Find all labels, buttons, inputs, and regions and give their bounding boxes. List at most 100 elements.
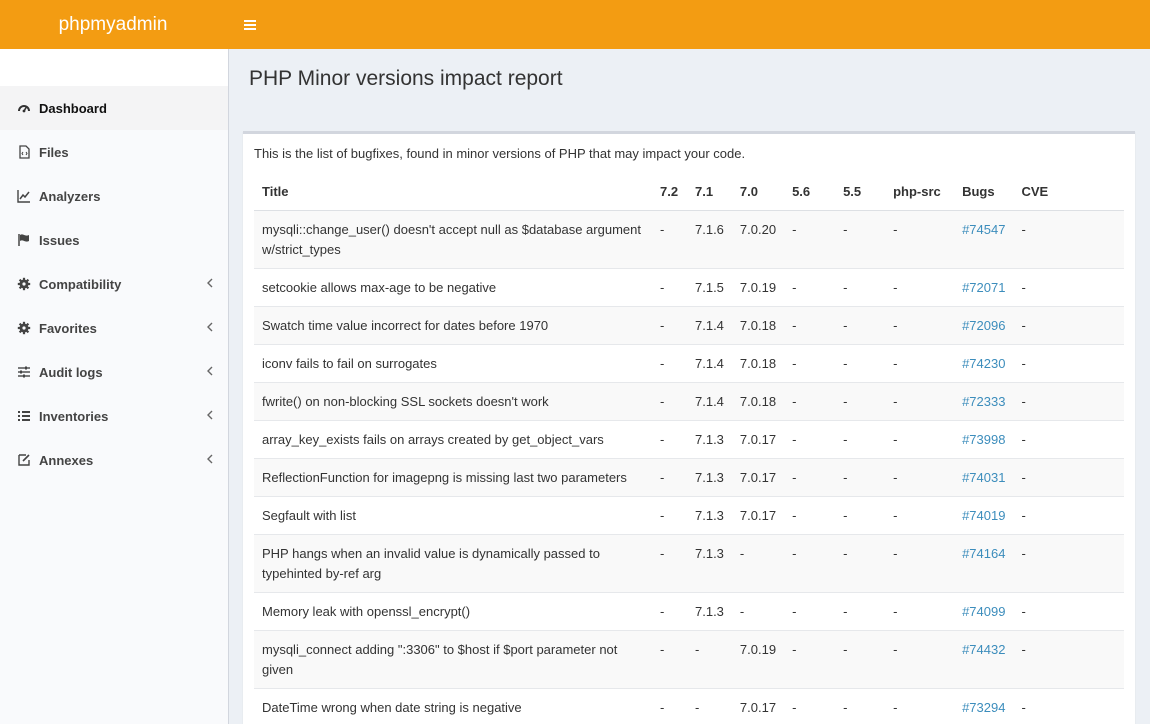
- cell-bugs: #73294: [954, 687, 1014, 724]
- cell-cve: -: [1013, 591, 1124, 630]
- bug-link[interactable]: #74099: [962, 604, 1005, 619]
- cell-bugs: #74547: [954, 209, 1014, 268]
- bug-link[interactable]: #72096: [962, 318, 1005, 333]
- cell-7-2: -: [652, 495, 687, 534]
- cell-7-0: 7.0.17: [731, 419, 785, 458]
- cell-5-5: -: [835, 209, 886, 268]
- hamburger-icon: [244, 19, 256, 30]
- sidebar-item-label: Issues: [39, 232, 80, 248]
- cell-5-6: -: [784, 629, 836, 688]
- cell-cve: -: [1013, 267, 1124, 306]
- cell-7-0: 7.0.19: [731, 267, 785, 306]
- cell-7-0: 7.0.18: [731, 381, 785, 420]
- sidebar-item-annexes[interactable]: Annexes: [0, 438, 228, 482]
- sidebar-item-compatibility[interactable]: Compatibility: [0, 262, 228, 306]
- cell-5-5: -: [835, 591, 886, 630]
- cell-5-6: -: [784, 305, 836, 344]
- column-header-7-0[interactable]: 7.0: [731, 173, 785, 211]
- cell-7-0: 7.0.20: [731, 209, 785, 268]
- cell-5-5: -: [835, 533, 886, 592]
- cell-7-2: -: [652, 209, 687, 268]
- cell-5-5: -: [835, 629, 886, 688]
- cell-7-2: -: [652, 305, 687, 344]
- column-header-7-2[interactable]: 7.2: [652, 173, 687, 211]
- cell-7-1: 7.1.3: [687, 419, 732, 458]
- cell-7-1: 7.1.3: [687, 457, 732, 496]
- bug-link[interactable]: #74031: [962, 470, 1005, 485]
- cell-7-1: 7.1.3: [687, 495, 732, 534]
- edit-icon: [16, 453, 31, 468]
- cell-title: iconv fails to fail on surrogates: [254, 343, 652, 382]
- chevron-left-icon: [204, 276, 214, 290]
- cell-title: DateTime wrong when date string is negat…: [254, 687, 652, 724]
- bug-link[interactable]: #72333: [962, 394, 1005, 409]
- sidebar-item-analyzers[interactable]: Analyzers: [0, 174, 228, 218]
- bug-link[interactable]: #74164: [962, 546, 1005, 561]
- sidebar-toggle-button[interactable]: [242, 0, 258, 49]
- cell-php-src: -: [885, 533, 955, 592]
- bug-link[interactable]: #74019: [962, 508, 1005, 523]
- cell-5-6: -: [784, 533, 836, 592]
- chevron-left-icon: [204, 364, 214, 378]
- sidebar-item-favorites[interactable]: Favorites: [0, 306, 228, 350]
- bug-link[interactable]: #74547: [962, 222, 1005, 237]
- cell-php-src: -: [885, 687, 955, 724]
- cell-5-6: -: [784, 267, 836, 306]
- sidebar-item-label: Dashboard: [39, 100, 107, 116]
- sidebar-item-audit-logs[interactable]: Audit logs: [0, 350, 228, 394]
- sidebar-item-label: Favorites: [39, 320, 97, 336]
- cell-7-2: -: [652, 381, 687, 420]
- sidebar-item-label: Files: [39, 144, 69, 160]
- app-logo[interactable]: phpmyadmin: [0, 0, 229, 49]
- sidebar-item-issues[interactable]: Issues: [0, 218, 228, 262]
- sidebar-item-inventories[interactable]: Inventories: [0, 394, 228, 438]
- cell-5-6: -: [784, 419, 836, 458]
- bug-link[interactable]: #73998: [962, 432, 1005, 447]
- bug-link[interactable]: #74230: [962, 356, 1005, 371]
- table-row: DateTime wrong when date string is negat…: [254, 687, 1124, 724]
- cell-5-5: -: [835, 419, 886, 458]
- cell-5-6: -: [784, 591, 836, 630]
- cell-7-2: -: [652, 457, 687, 496]
- cell-title: fwrite() on non-blocking SSL sockets doe…: [254, 381, 652, 420]
- cell-7-0: 7.0.17: [731, 495, 785, 534]
- cell-title: Segfault with list: [254, 495, 652, 534]
- cell-5-5: -: [835, 343, 886, 382]
- cell-title: Swatch time value incorrect for dates be…: [254, 305, 652, 344]
- cell-7-2: -: [652, 419, 687, 458]
- cell-cve: -: [1013, 419, 1124, 458]
- sidebar-item-dashboard[interactable]: Dashboard: [0, 86, 228, 130]
- table-row: mysqli_connect adding ":3306" to $host i…: [254, 629, 1124, 688]
- column-header-7-1[interactable]: 7.1: [687, 173, 732, 211]
- cell-bugs: #74099: [954, 591, 1014, 630]
- cell-5-5: -: [835, 305, 886, 344]
- column-header-bugs[interactable]: Bugs: [954, 173, 1014, 211]
- bug-link[interactable]: #72071: [962, 280, 1005, 295]
- cell-title: mysqli_connect adding ":3306" to $host i…: [254, 629, 652, 688]
- sidebar: Dashboard Files Analyzers Issues Compati…: [0, 49, 229, 724]
- cell-cve: -: [1013, 381, 1124, 420]
- cell-5-6: -: [784, 209, 836, 268]
- cell-php-src: -: [885, 209, 955, 268]
- cell-7-0: 7.0.18: [731, 305, 785, 344]
- cell-cve: -: [1013, 687, 1124, 724]
- report-box: This is the list of bugfixes, found in m…: [243, 131, 1135, 724]
- cell-php-src: -: [885, 629, 955, 688]
- sidebar-item-files[interactable]: Files: [0, 130, 228, 174]
- bug-link[interactable]: #73294: [962, 700, 1005, 715]
- cell-title: array_key_exists fails on arrays created…: [254, 419, 652, 458]
- table-row: Memory leak with openssl_encrypt() - 7.1…: [254, 591, 1124, 630]
- cell-php-src: -: [885, 267, 955, 306]
- file-code-icon: [16, 145, 31, 160]
- bug-link[interactable]: #74432: [962, 642, 1005, 657]
- column-header-cve[interactable]: CVE: [1013, 173, 1124, 211]
- line-chart-icon: [16, 189, 31, 204]
- column-header-5-6[interactable]: 5.6: [784, 173, 836, 211]
- column-header-5-5[interactable]: 5.5: [835, 173, 886, 211]
- column-header-title[interactable]: Title: [254, 173, 652, 211]
- cell-7-0: 7.0.17: [731, 687, 785, 724]
- cell-5-5: -: [835, 457, 886, 496]
- cell-7-1: 7.1.3: [687, 591, 732, 630]
- chevron-left-icon: [204, 452, 214, 466]
- column-header-php-src[interactable]: php-src: [885, 173, 955, 211]
